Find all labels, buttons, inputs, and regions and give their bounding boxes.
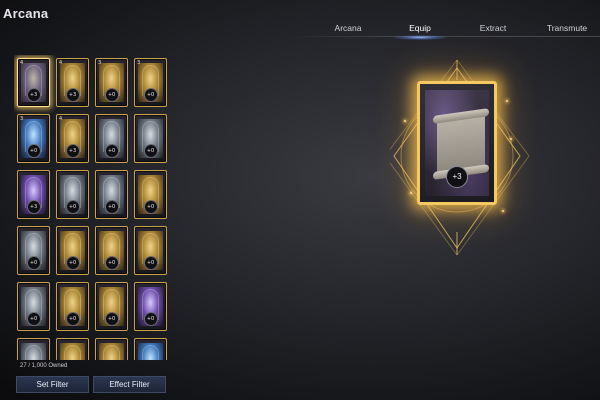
arcana-card[interactable]: +0 [134, 114, 167, 163]
arcana-card[interactable] [17, 338, 50, 360]
card-level-badge: +0 [26, 256, 41, 270]
effect-filter-button[interactable]: Effect Filter [93, 376, 166, 393]
spark [410, 192, 412, 194]
featured-card-display: +3 [390, 60, 540, 255]
card-level-badge: +0 [104, 256, 119, 270]
arcana-card[interactable]: +0 [56, 170, 89, 219]
arcana-card[interactable]: 3 +0 [95, 58, 128, 107]
tab-bar: Arcana Equip Extract Transmute [0, 23, 600, 43]
tab-extract[interactable]: Extract [480, 23, 506, 33]
card-arch-ornament [142, 345, 159, 360]
spark [404, 120, 406, 122]
arcana-card[interactable]: +0 [134, 282, 167, 331]
arcana-card[interactable]: +0 [95, 170, 128, 219]
card-level-badge: +0 [104, 144, 119, 158]
card-level-badge: +0 [26, 144, 41, 158]
header-divider [292, 36, 600, 37]
card-level-badge: +0 [26, 312, 41, 326]
card-level-badge: +0 [143, 88, 158, 102]
card-level-badge: +3 [26, 88, 41, 102]
arcana-card[interactable] [95, 338, 128, 360]
arcana-card[interactable]: +0 [134, 170, 167, 219]
card-grid: 4 +3 4 +3 3 +0 3 +0 3 +0 4 +3 +0 +0 +3 +0 +0 +0 +0 +0 +0 +0 +0… [14, 55, 168, 360]
arcana-card[interactable]: +0 [95, 226, 128, 275]
spark [510, 138, 512, 140]
arcana-card[interactable] [134, 338, 167, 360]
card-arch-ornament [64, 345, 81, 360]
card-level-badge: +0 [143, 144, 158, 158]
card-cost: 3 [137, 60, 141, 66]
card-level-badge: +0 [143, 256, 158, 270]
arcana-card[interactable]: 4 +3 [56, 58, 89, 107]
card-cost: 4 [59, 116, 63, 122]
featured-card[interactable]: +3 [417, 81, 497, 205]
arcana-card[interactable]: 3 +0 [134, 58, 167, 107]
card-level-badge: +0 [104, 312, 119, 326]
set-filter-button[interactable]: Set Filter [16, 376, 89, 393]
card-arch-ornament [103, 345, 120, 360]
card-cost: 3 [98, 60, 102, 66]
tab-equip[interactable]: Equip [393, 23, 447, 40]
card-level-badge: +0 [65, 200, 80, 214]
card-level-badge: +0 [65, 256, 80, 270]
card-level-badge: +0 [65, 312, 80, 326]
card-level-badge: +0 [143, 200, 158, 214]
arcana-card[interactable]: +0 [134, 226, 167, 275]
card-level-badge: +0 [104, 88, 119, 102]
tab-transmute[interactable]: Transmute [547, 23, 587, 33]
card-level-badge: +0 [104, 200, 119, 214]
arcana-card[interactable]: 4 +3 [56, 114, 89, 163]
arcana-card[interactable]: +0 [17, 282, 50, 331]
card-cost: 4 [20, 60, 24, 66]
card-level-badge: +3 [65, 88, 80, 102]
arcana-card[interactable]: +0 [56, 282, 89, 331]
arcana-card[interactable]: +3 [17, 170, 50, 219]
arcana-card[interactable]: 4 +3 [17, 58, 50, 107]
tab-arcana[interactable]: Arcana [335, 23, 362, 33]
arcana-card[interactable]: +0 [95, 114, 128, 163]
card-cost: 3 [20, 116, 24, 122]
featured-level-badge: +3 [446, 166, 468, 188]
card-arch-ornament [25, 345, 42, 360]
arcana-card[interactable]: +0 [56, 226, 89, 275]
arcana-card[interactable]: +0 [95, 282, 128, 331]
spark [502, 210, 504, 212]
spark [506, 100, 508, 102]
arcana-card[interactable]: 3 +0 [17, 114, 50, 163]
card-level-badge: +3 [26, 200, 41, 214]
owned-count: 27 / 1,000 Owned [20, 363, 68, 369]
page-title: Arcana [3, 6, 49, 21]
arcana-card[interactable]: +0 [17, 226, 50, 275]
card-level-badge: +3 [65, 144, 80, 158]
tab-equip-label: Equip [409, 23, 431, 33]
arcana-card[interactable] [56, 338, 89, 360]
card-level-badge: +0 [143, 312, 158, 326]
card-cost: 4 [59, 60, 63, 66]
